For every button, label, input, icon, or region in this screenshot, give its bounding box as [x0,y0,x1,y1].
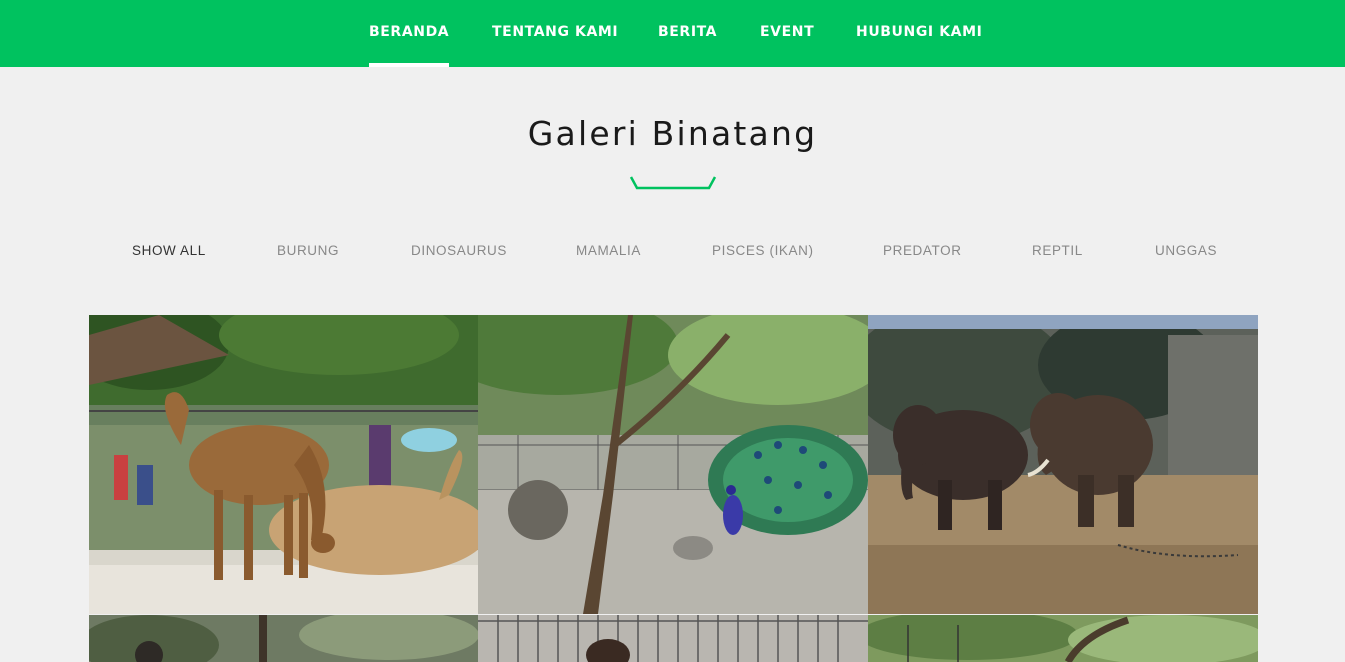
animal-photo [478,615,868,662]
animal-photo [868,615,1258,662]
gallery-item-row2-2[interactable] [478,615,868,662]
filter-show-all[interactable]: SHOW ALL [132,243,206,258]
filter-unggas[interactable]: UNGGAS [1155,243,1217,258]
nav-item-beranda[interactable]: BERANDA [369,0,450,67]
filter-dinosaurus[interactable]: DINOSAURUS [411,243,507,258]
page-title: Galeri Binatang [527,114,818,153]
nav-item-event[interactable]: EVENT [760,0,814,67]
filter-reptil[interactable]: REPTIL [1032,243,1083,258]
animal-photo [89,615,478,662]
camel-photo [89,315,478,614]
filter-burung[interactable]: BURUNG [277,243,339,258]
top-navbar: BERANDA TENTANG KAMI BERITA EVENT HUBUNG… [0,0,1345,67]
nav-item-hubungi-kami[interactable]: HUBUNGI KAMI [856,0,982,67]
gallery-item-elephant[interactable] [868,315,1258,614]
gallery-item-row2-1[interactable] [89,615,478,662]
gallery-item-camel[interactable] [89,315,478,614]
title-divider [629,176,717,190]
gallery-item-row2-3[interactable] [868,615,1258,662]
filter-pisces[interactable]: PISCES (IKAN) [712,243,814,258]
nav-item-tentang-kami[interactable]: TENTANG KAMI [492,0,618,67]
filter-predator[interactable]: PREDATOR [883,243,962,258]
peacock-photo [478,315,868,614]
elephant-photo [868,315,1258,614]
nav-item-berita[interactable]: BERITA [658,0,717,67]
filter-mamalia[interactable]: MAMALIA [576,243,641,258]
gallery-item-peacock[interactable] [478,315,868,614]
